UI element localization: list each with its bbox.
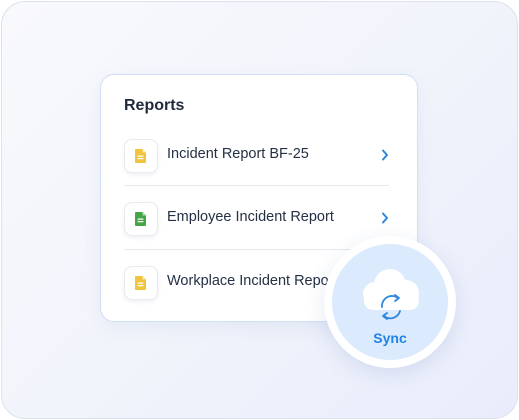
widget-frame: Reports Incident Report BF-25 Employee I…: [1, 1, 518, 419]
sync-button[interactable]: Sync: [332, 244, 448, 360]
chevron-right-icon[interactable]: [381, 148, 389, 166]
report-item-label: Workplace Incident Report: [167, 273, 338, 289]
report-item-incident-report-bf-25[interactable]: Incident Report BF-25: [124, 131, 389, 179]
cloud-sync-icon: [354, 264, 426, 331]
report-item-label: Employee Incident Report: [167, 209, 334, 225]
sync-badge: Sync: [324, 236, 456, 368]
document-icon: [124, 139, 158, 173]
sync-label: Sync: [373, 330, 407, 346]
document-icon: [124, 202, 158, 236]
chevron-right-icon[interactable]: [381, 211, 389, 229]
report-item-label: Incident Report BF-25: [167, 146, 309, 162]
reports-title: Reports: [124, 97, 185, 114]
divider: [124, 185, 389, 186]
report-item-employee-incident-report[interactable]: Employee Incident Report: [124, 194, 389, 242]
document-icon: [124, 266, 158, 300]
